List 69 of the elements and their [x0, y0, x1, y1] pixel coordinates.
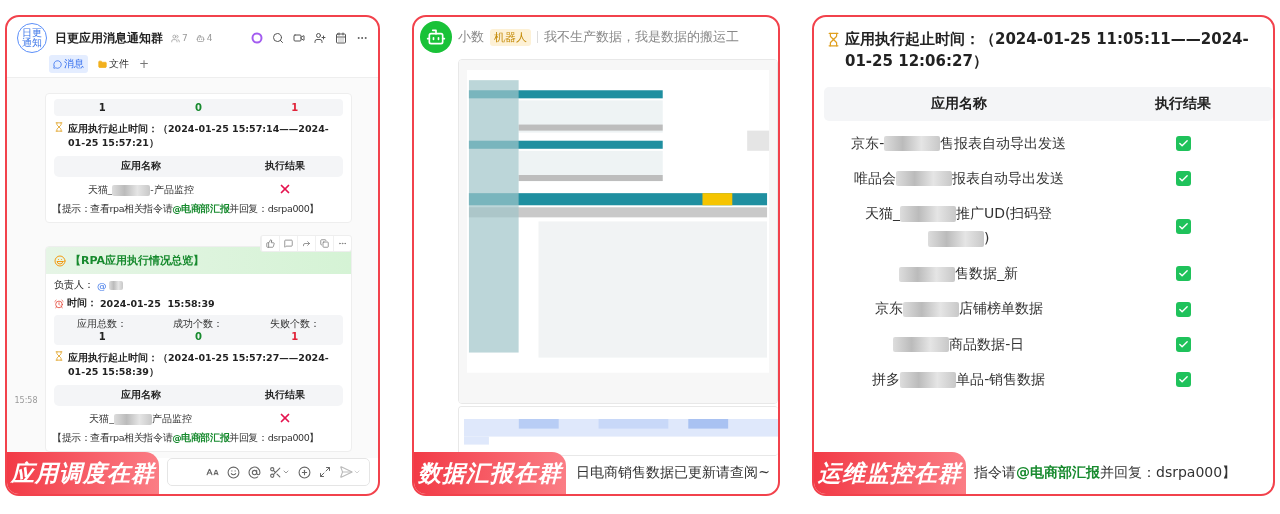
mention-link[interactable]: @电商部汇报: [172, 432, 230, 443]
add-tab-button[interactable]: +: [139, 57, 150, 71]
time-label: 时间：: [67, 297, 97, 311]
scissors-icon[interactable]: [269, 465, 290, 479]
expand-icon[interactable]: [319, 466, 331, 478]
table-cell-text: 拼多 单品-销售数据: [871, 369, 1047, 390]
time-range: 应用执行起止时间：（2024-01-25 15:57:27——2024-01-25 15:58:39）: [68, 351, 330, 379]
column-header: 执行结果: [264, 388, 307, 402]
owner-mention[interactable]: @: [97, 280, 123, 292]
bot-signature: 我不生产数据，我是数据的搬运工: [544, 28, 739, 46]
message-input[interactable]: [167, 458, 370, 486]
chat-bubble-icon: [53, 59, 62, 69]
hint-text: 【提示：查看rpa相关指令请@电商部汇报并回复：dsrpa000】: [51, 431, 320, 445]
column-header: 应用名称: [119, 388, 162, 402]
chat-title: 日更应用消息通知群: [55, 29, 163, 47]
time-range: 应用执行起止时间：（2024-01-25 15:57:14——2024-01-25 15:57:21）: [68, 122, 330, 150]
message-time: 15:58: [14, 396, 38, 406]
stat-label: 失败个数：: [269, 318, 320, 332]
time-value: 2024-01-25 15:58:39: [100, 298, 215, 310]
feature-badge: 运维监控在群: [814, 452, 966, 494]
member-count[interactable]: 7: [171, 33, 188, 43]
add-icon[interactable]: [298, 465, 311, 479]
hint-text: 指令请@电商部汇报并回复：dsrpa000】: [974, 464, 1237, 482]
add-user-icon[interactable]: [314, 32, 326, 44]
table-cell-text: 京东 店铺榜单数据: [873, 299, 1044, 320]
stat-value: 0: [195, 102, 202, 114]
table-cell: 售数据_新: [824, 261, 1094, 287]
table-cell-text: 天猫_ 产品监控: [88, 411, 194, 427]
stat-label: 成功个数：: [173, 318, 224, 332]
stat-value: 1: [291, 331, 299, 343]
mention-link[interactable]: @电商部汇报: [172, 203, 230, 214]
table-cell-text: 天猫_ -产品监控: [86, 182, 195, 198]
emoji-icon[interactable]: [227, 465, 240, 479]
tab[interactable]: 文件: [94, 55, 133, 73]
column-header: 应用名称: [119, 159, 162, 173]
sender-name: 小数: [458, 28, 484, 46]
bot-count[interactable]: 4: [195, 33, 213, 43]
table-cell: 商品数据-日: [824, 331, 1094, 357]
table-cell-text: 唯品会 报表自动导出发送: [852, 168, 1065, 189]
tab[interactable]: 消息: [49, 55, 88, 73]
table-cell-text: 天猫_ 推广UD(扫码登 ): [863, 203, 1054, 249]
bot-tag: 机器人: [490, 28, 531, 46]
alarm-clock-icon: [54, 298, 64, 309]
grin-icon: [54, 254, 66, 267]
column-header: 执行结果: [264, 159, 307, 173]
mention-icon[interactable]: [248, 465, 261, 479]
owner-label: 负责人：: [54, 279, 94, 293]
table-cell-text: 京东- 售报表自动导出发送: [850, 133, 1068, 154]
hint-text: 【提示：查看rpa相关指令请@电商部汇报并回复：dsrpa000】: [51, 202, 320, 216]
hourglass-icon: [54, 122, 64, 133]
folder-icon: [98, 59, 107, 69]
message-text: 日电商销售数据已更新请查阅~: [576, 464, 770, 482]
stat-value: 0: [195, 331, 202, 343]
calendar-icon[interactable]: [335, 32, 347, 44]
hourglass-icon: [54, 351, 64, 362]
feature-badge: 数据汇报在群: [414, 452, 566, 494]
column-header: 应用名称: [929, 94, 988, 113]
ring-icon[interactable]: [251, 32, 263, 44]
stat-value: 1: [98, 102, 106, 114]
search-icon[interactable]: [272, 32, 284, 44]
stat-value: 1: [291, 102, 299, 114]
mention-link[interactable]: @电商部汇报: [1016, 464, 1100, 480]
stat-value: 1: [98, 331, 106, 343]
stat-label: 应用总数：: [77, 318, 128, 332]
column-header: 执行结果: [1154, 94, 1213, 113]
video-icon[interactable]: [293, 32, 305, 44]
card-title: 【RPA应用执行情况总览】: [70, 253, 205, 269]
time-range: 应用执行起止时间：（2024-01-25 11:05:11——2024-01-25 12:06:27）: [845, 29, 1250, 72]
feature-badge: 应用调度在群: [7, 452, 159, 494]
